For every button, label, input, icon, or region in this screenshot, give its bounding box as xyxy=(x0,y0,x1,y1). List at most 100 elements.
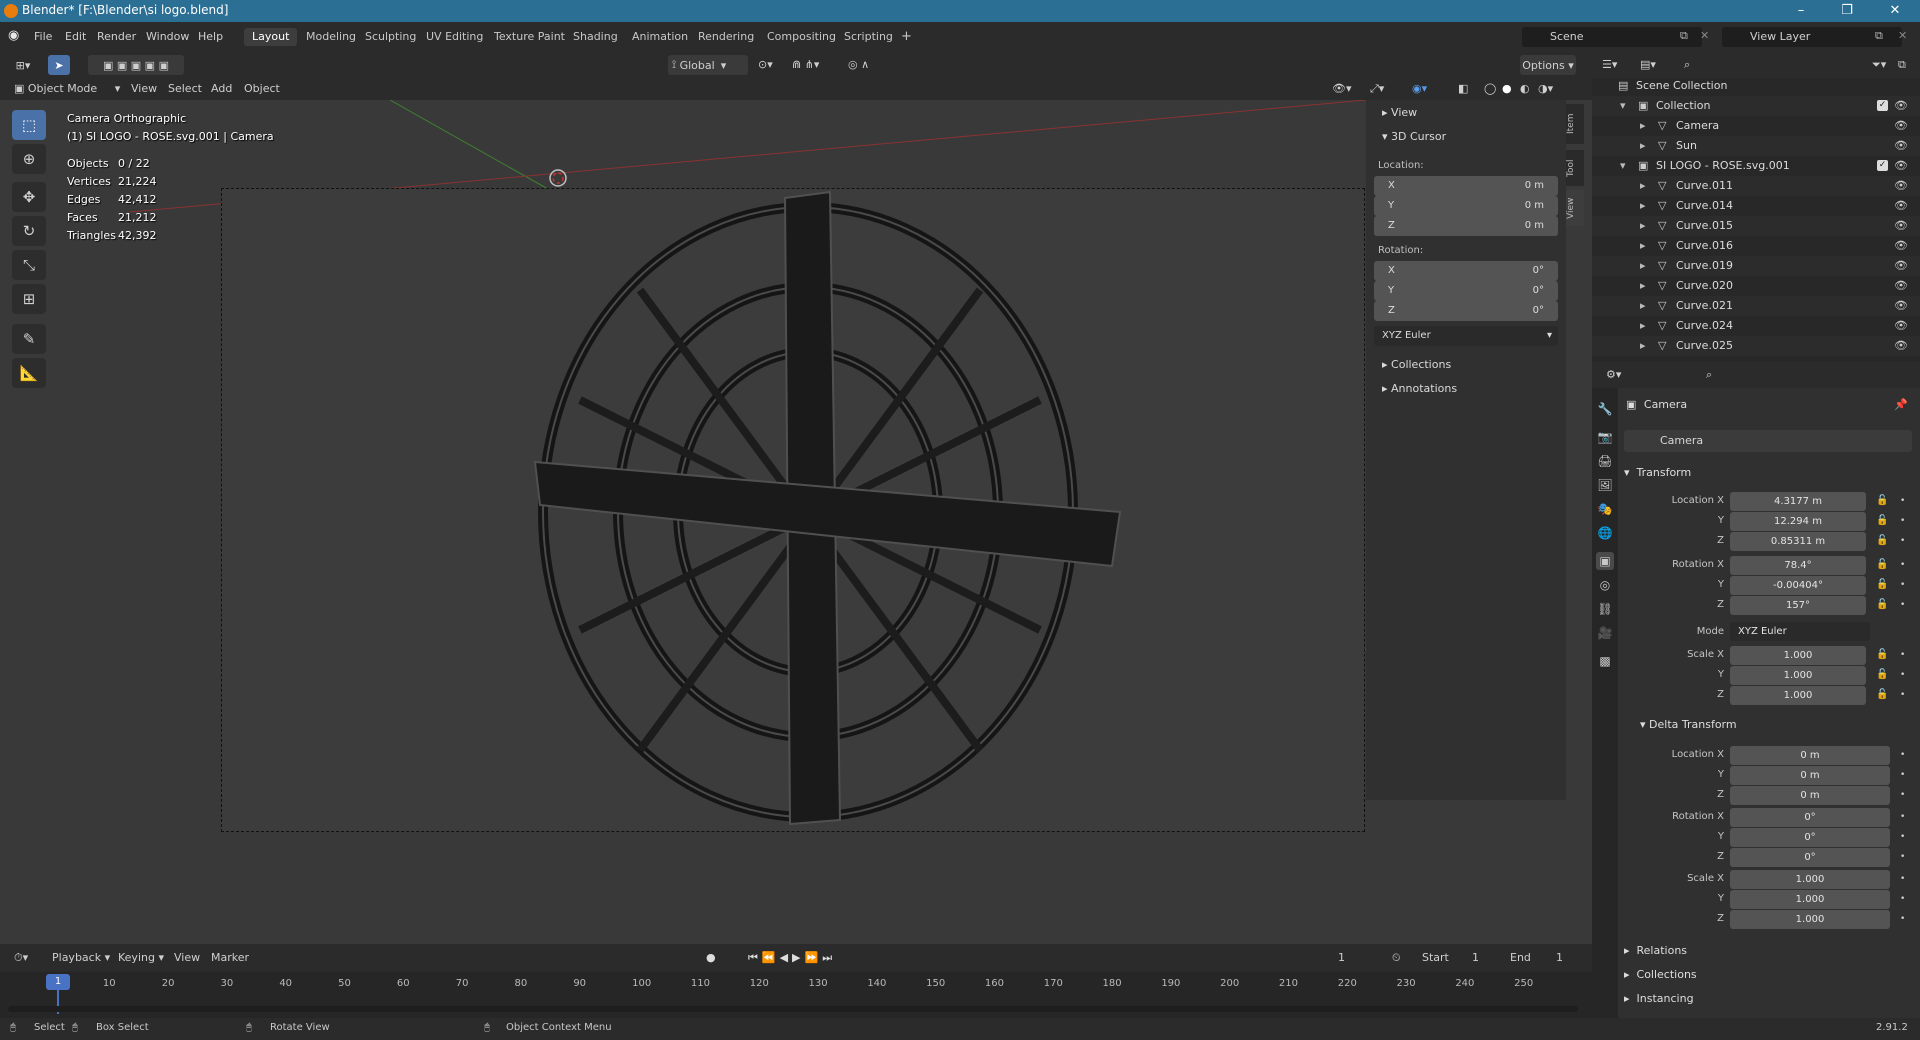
delta-location-field[interactable]: 0 m xyxy=(1730,766,1890,785)
add-workspace-button[interactable]: + xyxy=(893,28,920,46)
delta-transform-panel[interactable]: ▾ Delta Transform xyxy=(1640,718,1737,731)
menu-edit[interactable]: Edit xyxy=(65,30,86,43)
lock-icon[interactable]: 🔓 xyxy=(1876,649,1888,660)
outliner-row[interactable]: ▸ ▽ Camera 👁 xyxy=(1592,116,1920,136)
tab-uv-editing[interactable]: UV Editing xyxy=(418,28,491,46)
relations-panel[interactable]: ▸ Relations xyxy=(1624,944,1687,957)
object-name-field[interactable]: Camera xyxy=(1624,430,1912,452)
lock-icon[interactable]: 🔓 xyxy=(1876,599,1888,610)
visibility-eye-icon[interactable]: 👁 xyxy=(1894,156,1908,176)
search-icon[interactable]: ⌕ xyxy=(1706,365,1712,385)
current-frame-field[interactable]: 1 xyxy=(1338,948,1345,968)
expand-down-icon[interactable]: ▾ xyxy=(1620,96,1626,116)
keyframe-dot-icon[interactable]: • xyxy=(1900,600,1905,610)
overlays-icon[interactable]: ◉▾ xyxy=(1412,79,1427,99)
panel-3d-cursor[interactable]: ▾ 3D Cursor xyxy=(1366,126,1566,148)
visibility-eye-icon[interactable]: 👁 xyxy=(1894,216,1908,236)
keyframe-dot-icon[interactable]: • xyxy=(1900,670,1905,680)
pivot-icon[interactable]: ⊙▾ xyxy=(758,55,773,75)
collections-panel[interactable]: ▸ Collections xyxy=(1624,968,1697,981)
visibility-eye-icon[interactable]: 👁 xyxy=(1894,276,1908,296)
cursor-rotation-x[interactable]: X 0° xyxy=(1374,261,1558,281)
world-tab-icon[interactable]: 🌐 xyxy=(1596,524,1614,542)
delta-location-field[interactable]: 0 m xyxy=(1730,786,1890,805)
scale-field[interactable]: 1.000 xyxy=(1730,686,1866,705)
location-field[interactable]: 0.85311 m xyxy=(1730,532,1866,551)
editor-type-icon[interactable]: ☰▾ xyxy=(1602,55,1617,75)
gizmo-icon[interactable]: ⤢▾ xyxy=(1370,79,1384,99)
editor-type-icon[interactable]: ⚙▾ xyxy=(1606,365,1621,385)
tab-compositing[interactable]: Compositing xyxy=(759,28,844,46)
location-field[interactable]: 4.3177 m xyxy=(1730,492,1866,511)
keyframe-dot-icon[interactable]: • xyxy=(1900,832,1905,842)
sidebar-tab-tool[interactable]: Tool xyxy=(1566,150,1584,186)
keyframe-dot-icon[interactable]: • xyxy=(1900,852,1905,862)
outliner-row[interactable]: ▸ ▽ Curve.021 👁 xyxy=(1592,296,1920,316)
remove-view-layer-icon[interactable]: ✕ xyxy=(1898,29,1907,42)
keyframe-dot-icon[interactable]: • xyxy=(1900,812,1905,822)
visibility-eye-icon[interactable]: 👁 xyxy=(1894,116,1908,136)
expand-right-icon[interactable]: ▸ xyxy=(1640,196,1646,216)
filter-icon[interactable]: ⏷▾ xyxy=(1872,55,1886,75)
expand-down-icon[interactable]: ▾ xyxy=(1620,156,1626,176)
instancing-panel[interactable]: ▸ Instancing xyxy=(1624,992,1694,1005)
timeline-ruler[interactable]: 1 10 20 30 40 50 60 70 80 90 100 110 120 130 140 150 16… xyxy=(0,972,1592,1018)
lock-icon[interactable]: 🔓 xyxy=(1876,689,1888,700)
tool-tab-icon[interactable]: 🔧 xyxy=(1596,400,1614,418)
lock-icon[interactable]: 🔓 xyxy=(1876,669,1888,680)
rotation-field[interactable]: 157° xyxy=(1730,596,1866,615)
exclude-checkbox[interactable]: ✓ xyxy=(1877,100,1888,111)
scale-field[interactable]: 1.000 xyxy=(1730,666,1866,685)
select-tool-icon[interactable]: ➤ xyxy=(48,55,70,75)
tab-modeling[interactable]: Modeling xyxy=(298,28,364,46)
panel-annotations[interactable]: ▸ Annotations xyxy=(1366,378,1566,400)
lock-icon[interactable]: 🔓 xyxy=(1876,559,1888,570)
outliner-row[interactable]: ▾ ▣ SI LOGO - ROSE.svg.001 ✓ 👁 xyxy=(1592,156,1920,176)
rotation-field[interactable]: 78.4° xyxy=(1730,556,1866,575)
expand-right-icon[interactable]: ▸ xyxy=(1640,236,1646,256)
viewport-menu-add[interactable]: Add xyxy=(211,79,232,99)
proportional-edit-icon[interactable]: ◎ ∧ xyxy=(848,55,869,75)
end-frame-field[interactable]: 1 xyxy=(1556,948,1563,968)
expand-right-icon[interactable]: ▸ xyxy=(1640,176,1646,196)
options-dropdown[interactable]: Options ▾ xyxy=(1520,55,1576,75)
menu-help[interactable]: Help xyxy=(198,30,223,43)
expand-right-icon[interactable]: ▸ xyxy=(1640,256,1646,276)
keyframe-dot-icon[interactable]: • xyxy=(1900,650,1905,660)
timeline-menu-keying[interactable]: Keying ▾ xyxy=(118,948,164,968)
viewport-menu-view[interactable]: View xyxy=(131,79,157,99)
tab-sculpting[interactable]: Sculpting xyxy=(357,28,424,46)
visibility-eye-icon[interactable]: 👁 xyxy=(1894,196,1908,216)
tab-animation[interactable]: Animation xyxy=(624,28,696,46)
keyframe-dot-icon[interactable]: • xyxy=(1900,770,1905,780)
render-tab-icon[interactable]: 📷 xyxy=(1596,428,1614,446)
expand-right-icon[interactable]: ▸ xyxy=(1640,296,1646,316)
delta-rotation-field[interactable]: 0° xyxy=(1730,828,1890,847)
keyframe-dot-icon[interactable]: • xyxy=(1900,914,1905,924)
tab-scripting[interactable]: Scripting xyxy=(836,28,901,46)
minimize-button[interactable]: – xyxy=(1786,2,1816,20)
select-box-tool-icon[interactable]: ⬚ xyxy=(12,110,46,140)
visibility-eye-icon[interactable]: 👁 xyxy=(1894,176,1908,196)
delta-scale-field[interactable]: 1.000 xyxy=(1730,910,1890,929)
scale-field[interactable]: 1.000 xyxy=(1730,646,1866,665)
timeline-scrollbar[interactable] xyxy=(8,1006,1578,1012)
outliner-row[interactable]: ▸ ▽ Sun 👁 xyxy=(1592,136,1920,156)
move-tool-icon[interactable]: ✥ xyxy=(12,182,46,212)
expand-right-icon[interactable]: ▸ xyxy=(1640,116,1646,136)
visibility-icon[interactable]: 👁▾ xyxy=(1332,79,1352,99)
location-field[interactable]: 12.294 m xyxy=(1730,512,1866,531)
close-button[interactable]: ✕ xyxy=(1880,2,1910,20)
output-tab-icon[interactable]: 🖨 xyxy=(1596,452,1614,470)
panel-collections[interactable]: ▸ Collections xyxy=(1366,354,1566,376)
tab-layout[interactable]: Layout xyxy=(244,28,298,46)
editor-type-icon[interactable]: ⊞▾ xyxy=(8,55,38,75)
shading-rendered-icon[interactable]: ◑▾ xyxy=(1538,79,1553,99)
selection-mode-icons[interactable]: ▣ ▣ ▣ ▣ ▣ xyxy=(88,55,184,75)
new-collection-icon[interactable]: ⧉ xyxy=(1898,55,1906,75)
keyframe-dot-icon[interactable]: • xyxy=(1900,874,1905,884)
cursor-location-y[interactable]: Y0 m xyxy=(1374,196,1558,216)
expand-right-icon[interactable]: ▸ xyxy=(1640,136,1646,156)
shading-material-icon[interactable]: ◐ xyxy=(1520,79,1530,99)
outliner-row[interactable]: ▤ Scene Collection xyxy=(1592,76,1920,96)
